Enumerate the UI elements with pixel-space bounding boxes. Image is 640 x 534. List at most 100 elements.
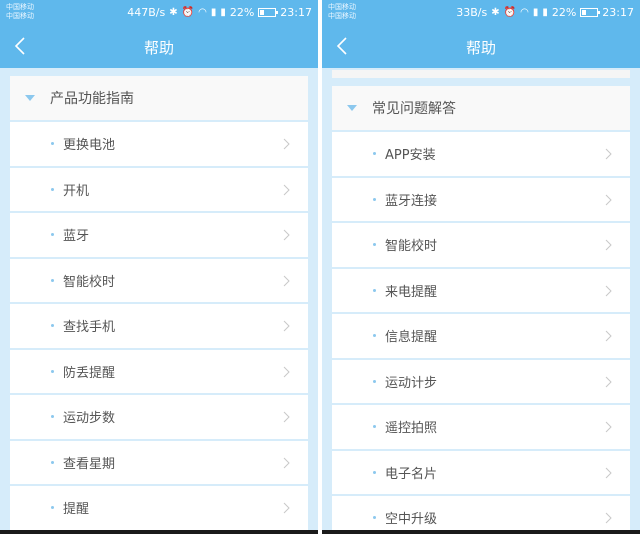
clock: 23:17: [280, 6, 312, 19]
list-item-label: 查看星期: [63, 456, 116, 472]
battery-icon: [258, 8, 279, 17]
list-item[interactable]: 查找手机: [10, 304, 308, 348]
bullet-icon: [373, 152, 376, 155]
list-item-label: 运动计步: [385, 375, 438, 391]
page-title: 帮助: [465, 39, 496, 57]
chevron-right-icon: [283, 138, 290, 150]
list-item[interactable]: 查看星期: [10, 440, 308, 484]
battery-percent: 22%: [229, 6, 255, 19]
page-title: 帮助: [143, 39, 174, 57]
bullet-icon: [373, 425, 376, 428]
list-item[interactable]: 电子名片: [332, 450, 630, 494]
carrier-2: 中国移动: [6, 12, 34, 20]
left-screen: 中国移动 中国移动 447B/s ✱ ⏰ ◠ ▮ ▮ 22% 23:17 帮助: [0, 0, 318, 534]
triangle-down-icon: [347, 105, 357, 111]
battery-percent: 22%: [551, 6, 577, 19]
bullet-icon: [373, 516, 376, 519]
bullet-icon: [51, 324, 54, 327]
signal-4g-icon: ▮: [542, 7, 548, 18]
list-item[interactable]: 来电提醒: [332, 268, 630, 312]
chevron-right-icon: [283, 502, 290, 514]
list-item-label: 电子名片: [385, 466, 438, 482]
chevron-right-icon: [283, 229, 290, 241]
help-list: 产品功能指南 更换电池 开机 蓝牙 智能校时 查找手机 防丢提醒 运动步数 查看…: [10, 76, 308, 532]
chevron-right-icon: [605, 285, 612, 297]
bullet-icon: [373, 379, 376, 383]
list-item[interactable]: 更换电池: [10, 122, 308, 166]
list-item-label: 防丢提醒: [63, 365, 116, 381]
list-item[interactable]: 空中升级: [332, 496, 630, 534]
list-item-label: 运动步数: [63, 411, 116, 427]
list-item[interactable]: 遥控拍照: [332, 405, 630, 449]
list-item[interactable]: APP安装: [332, 132, 630, 176]
chevron-right-icon: [605, 239, 612, 251]
list-item-label: 信息提醒: [385, 330, 438, 346]
status-indicators: 447B/s ✱ ⏰ ◠ ▮ ▮ 22% 23:17: [127, 6, 312, 19]
list-item-label: 智能校时: [63, 274, 116, 290]
status-indicators: 33B/s ✱ ⏰ ◠ ▮ ▮ 22% 23:17: [456, 6, 634, 19]
bullet-icon: [373, 243, 376, 246]
chevron-right-icon: [605, 421, 612, 433]
chevron-right-icon: [283, 184, 290, 196]
triangle-down-icon: [25, 95, 35, 101]
carrier-info: 中国移动 中国移动: [6, 3, 34, 21]
list-item-label: 来电提醒: [385, 284, 438, 300]
bullet-icon: [51, 187, 54, 191]
wifi-icon: ◠: [520, 7, 529, 18]
wifi-icon: ◠: [198, 7, 207, 18]
bullet-icon: [373, 288, 376, 292]
section-label: 常见问题解答: [372, 101, 456, 117]
section-header-faq[interactable]: 常见问题解答: [332, 86, 630, 130]
bullet-icon: [51, 278, 54, 282]
bottom-edge: [0, 530, 318, 534]
carrier-2: 中国移动: [328, 12, 356, 20]
chevron-right-icon: [605, 194, 612, 206]
chevron-right-icon: [605, 148, 612, 160]
list-item[interactable]: 蓝牙连接: [332, 177, 630, 221]
bullet-icon: [373, 334, 376, 337]
section-header-product-guide[interactable]: 产品功能指南: [10, 76, 308, 120]
list-item[interactable]: 运动步数: [10, 395, 308, 439]
chevron-right-icon: [283, 275, 290, 287]
bullet-icon: [51, 142, 54, 145]
signal-icon: ▮: [532, 7, 539, 18]
alarm-icon: ⏰: [181, 7, 195, 18]
network-speed: 33B/s: [456, 6, 488, 19]
app-bar: 帮助: [0, 26, 318, 68]
bullet-icon: [51, 369, 54, 373]
app-bar: 帮助: [322, 26, 640, 68]
signal-4g-icon: ▮: [220, 7, 226, 18]
signal-icon: ▮: [210, 7, 217, 18]
list-item[interactable]: 智能校时: [332, 223, 630, 267]
list-item[interactable]: 运动计步: [332, 359, 630, 403]
bullet-icon: [373, 470, 376, 474]
list-item[interactable]: 提醒: [10, 486, 308, 530]
section-label: 产品功能指南: [50, 91, 134, 107]
bottom-edge: [322, 530, 640, 534]
chevron-right-icon: [283, 411, 290, 423]
chevron-right-icon: [283, 320, 290, 332]
bluetooth-icon: ✱: [491, 7, 500, 18]
list-item-label: 蓝牙连接: [385, 193, 438, 209]
status-bar: 中国移动 中国移动 33B/s ✱ ⏰ ◠ ▮ ▮ 22% 23:17: [322, 0, 640, 26]
bullet-icon: [51, 460, 54, 464]
previous-section-edge: [332, 70, 630, 78]
list-item[interactable]: 开机: [10, 167, 308, 211]
bullet-icon: [51, 415, 54, 418]
list-item[interactable]: 信息提醒: [332, 314, 630, 358]
bullet-icon: [51, 506, 54, 509]
list-item-label: APP安装: [385, 148, 436, 164]
carrier-info: 中国移动 中国移动: [328, 3, 356, 21]
status-bar: 中国移动 中国移动 447B/s ✱ ⏰ ◠ ▮ ▮ 22% 23:17: [0, 0, 318, 26]
carrier-1: 中国移动: [328, 3, 356, 11]
chevron-right-icon: [605, 467, 612, 479]
right-screen: 中国移动 中国移动 33B/s ✱ ⏰ ◠ ▮ ▮ 22% 23:17 帮助 常…: [322, 0, 640, 534]
list-item-label: 空中升级: [385, 512, 438, 528]
list-item-label: 查找手机: [63, 320, 116, 336]
bluetooth-icon: ✱: [169, 7, 178, 18]
list-item[interactable]: 蓝牙: [10, 213, 308, 257]
bullet-icon: [373, 197, 376, 201]
bullet-icon: [51, 233, 54, 236]
list-item[interactable]: 智能校时: [10, 258, 308, 302]
list-item[interactable]: 防丢提醒: [10, 349, 308, 393]
